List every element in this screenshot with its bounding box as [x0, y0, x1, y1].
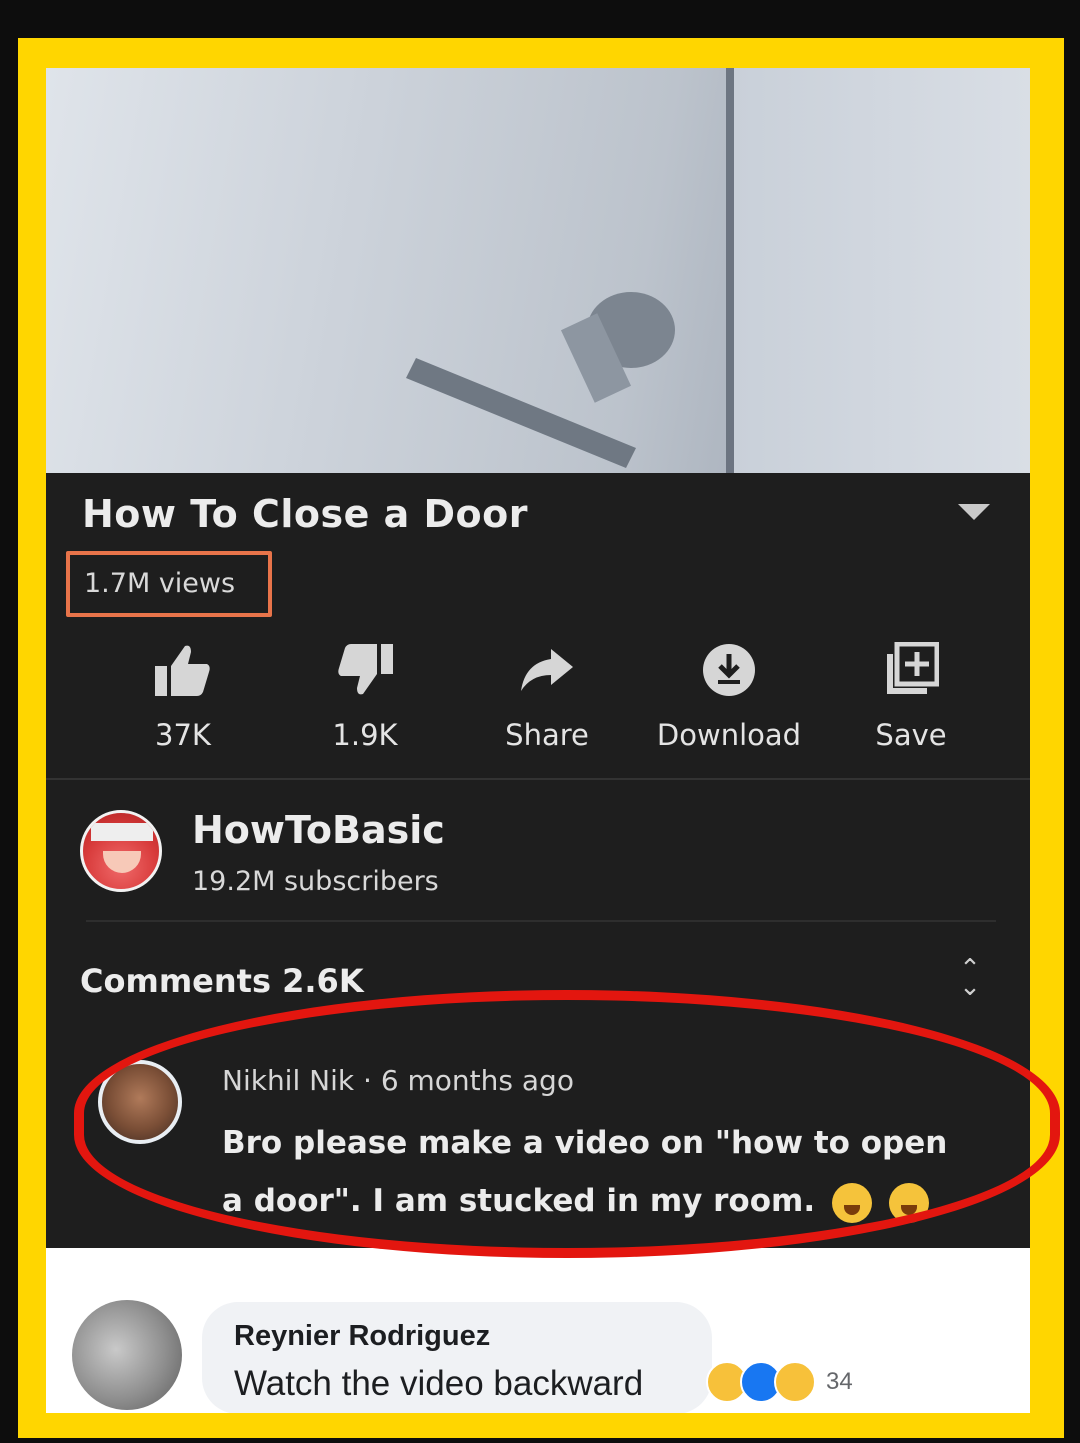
action-bar: 37K 1.9K Share Download Save: [86, 640, 1006, 760]
like-count: 37K: [155, 718, 211, 752]
door-gap: [726, 68, 734, 473]
divider: [86, 920, 996, 922]
red-highlight-circle: [74, 990, 1060, 1258]
dislike-button[interactable]: 1.9K: [280, 640, 450, 752]
expand-collapse-icon[interactable]: ⌃ ⌄: [954, 956, 986, 1000]
door-panel: [734, 68, 1030, 473]
download-label: Download: [656, 718, 802, 752]
reaction-count: 34: [826, 1368, 853, 1395]
comment-author[interactable]: Reynier Rodriguez: [234, 1320, 490, 1353]
download-button[interactable]: Download: [644, 640, 814, 752]
save-label: Save: [875, 718, 947, 752]
download-icon: [644, 640, 814, 700]
thumbs-up-icon: [98, 640, 268, 700]
share-label: Share: [505, 718, 589, 752]
thumbs-down-icon: [280, 640, 450, 700]
wow-reaction-icon: [774, 1361, 816, 1403]
channel-name[interactable]: HowToBasic: [192, 808, 445, 852]
channel-logo-mark: [91, 823, 153, 841]
door-handle-image: [406, 292, 675, 468]
channel-logo-mouth: [103, 851, 141, 873]
divider: [46, 778, 1030, 780]
channel-avatar[interactable]: [80, 810, 162, 892]
add-to-playlist-icon: [826, 640, 996, 700]
video-player[interactable]: [46, 68, 1030, 473]
share-arrow-icon: [462, 640, 632, 700]
reaction-summary[interactable]: 34: [706, 1360, 853, 1404]
facebook-comment: Reynier Rodriguez Watch the video backwa…: [46, 1248, 1030, 1413]
subscriber-count: 19.2M subscribers: [192, 866, 439, 897]
view-count: 1.7M views: [66, 551, 272, 617]
like-button[interactable]: 37K: [98, 640, 268, 752]
comment-text: Watch the video backward: [234, 1364, 644, 1403]
comments-header[interactable]: Comments 2.6K: [80, 962, 364, 1000]
save-button[interactable]: Save: [826, 640, 996, 752]
share-button[interactable]: Share: [462, 640, 632, 752]
video-title: How To Close a Door: [82, 492, 528, 536]
dislike-count: 1.9K: [332, 718, 398, 752]
chevron-down-icon[interactable]: [958, 504, 990, 520]
commenter-avatar[interactable]: [72, 1300, 182, 1410]
